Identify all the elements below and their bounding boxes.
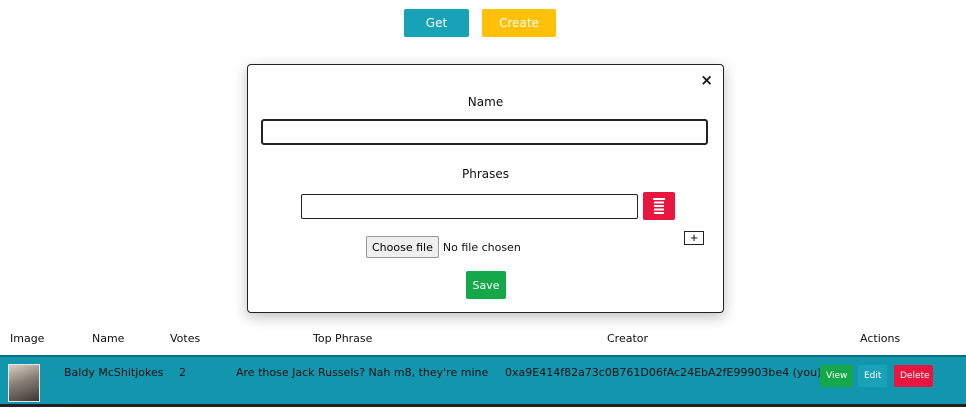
avatar [8,364,40,402]
edit-button[interactable]: Edit [858,365,887,387]
header-actions: Actions [860,332,901,345]
header-name: Name [92,332,125,345]
save-button[interactable]: Save [466,271,506,299]
phrases-label: Phrases [461,167,509,181]
name-label: Name [467,95,504,109]
create-char-button[interactable]: Create Char [482,9,556,58]
char-creator: 0xa9E414f82a73c0B761D06fAc24EbA2fE99903b… [505,366,822,379]
trash-icon [653,198,665,214]
header-top-phrase: Top Phrase [313,332,373,345]
create-char-modal: × Name Phrases Choose file No file chose… [247,64,724,313]
name-input[interactable] [261,119,708,145]
char-top-phrase: Are those Jack Russels? Nah m8, they're … [236,366,489,379]
get-chars-button[interactable]: Get Chars [404,9,469,58]
file-status: No file chosen [442,240,521,254]
close-icon[interactable]: × [700,73,713,88]
char-votes: 2 [179,366,186,379]
delete-phrase-button[interactable] [643,192,675,220]
header-image: Image [10,332,45,345]
char-name: Baldy McShitjokes [64,366,164,379]
header-votes: Votes [170,332,201,345]
table-row: Baldy McShitjokes 2 Are those Jack Russe… [0,355,966,407]
delete-button[interactable]: Delete [894,365,933,387]
view-button[interactable]: View [820,365,853,387]
add-phrase-button[interactable]: + [684,231,704,245]
phrase-input[interactable] [301,194,638,219]
header-creator: Creator [607,332,649,345]
file-picker: Choose file No file chosen [366,236,521,258]
choose-file-button[interactable]: Choose file [366,236,439,258]
